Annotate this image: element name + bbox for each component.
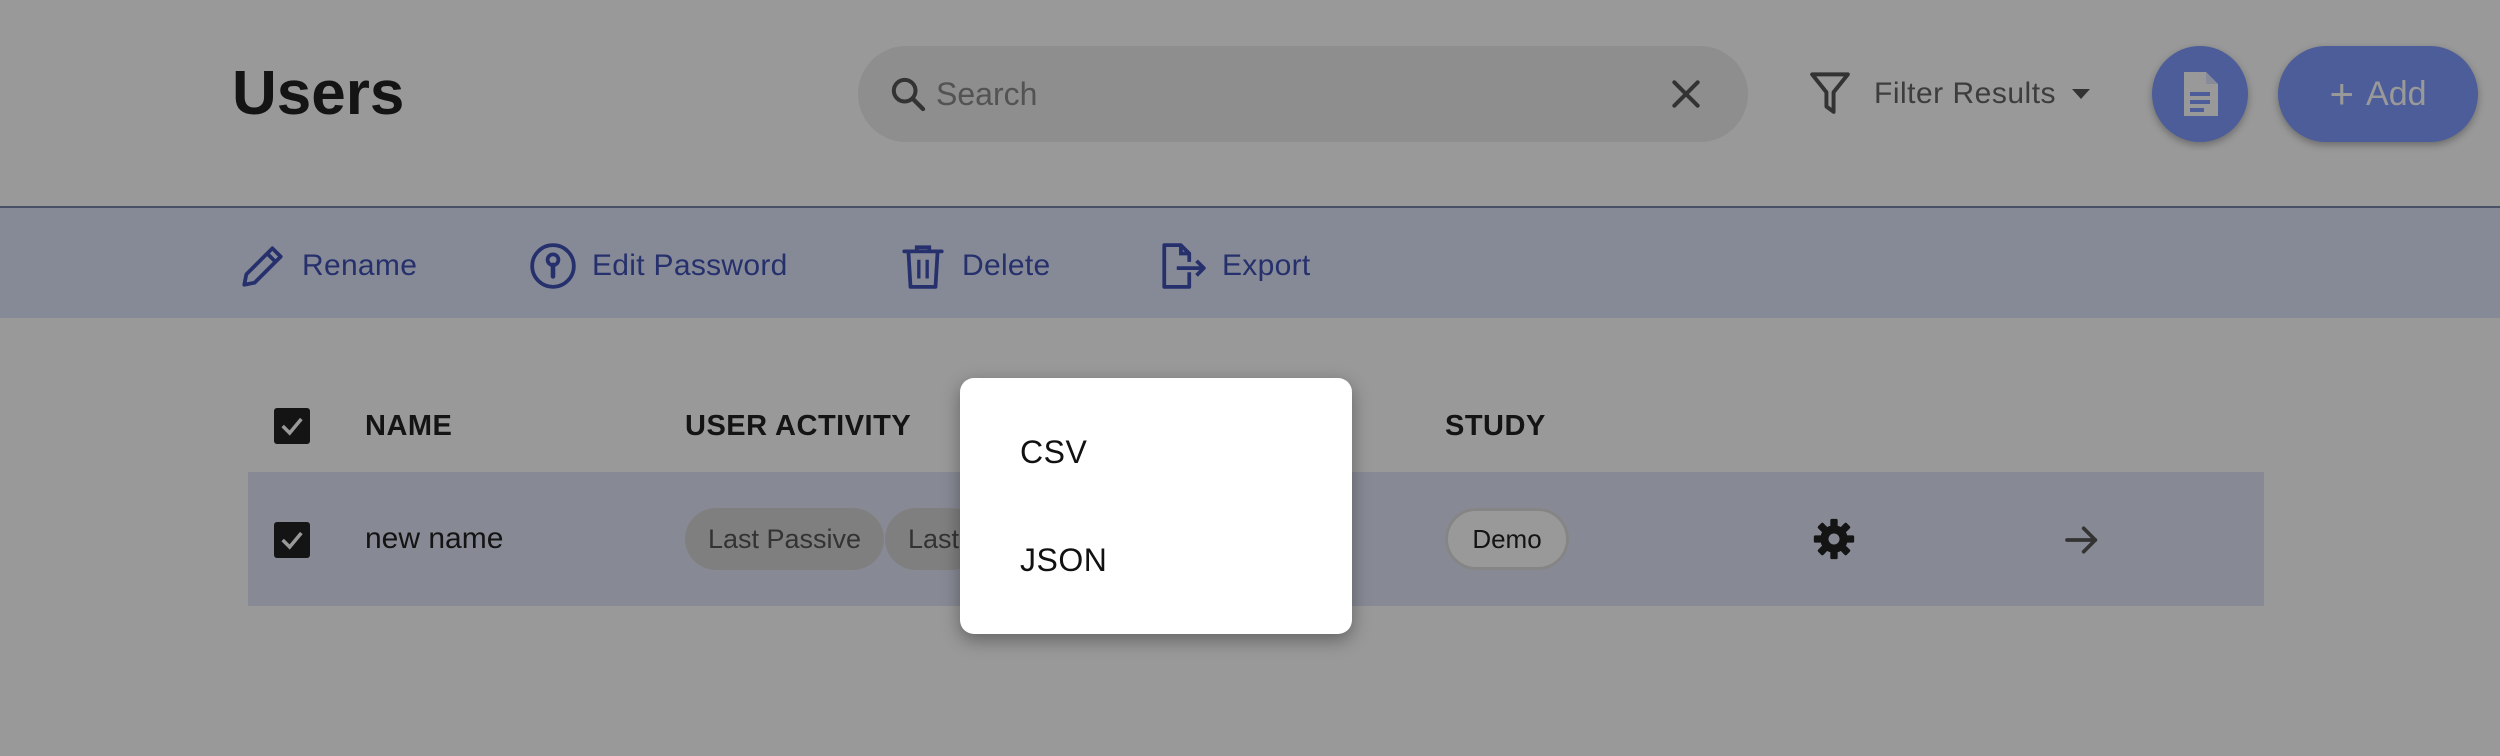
export-format-menu: CSV JSON [960,378,1352,634]
menu-item-csv[interactable]: CSV [1020,434,1087,471]
menu-item-json[interactable]: JSON [1020,542,1107,579]
